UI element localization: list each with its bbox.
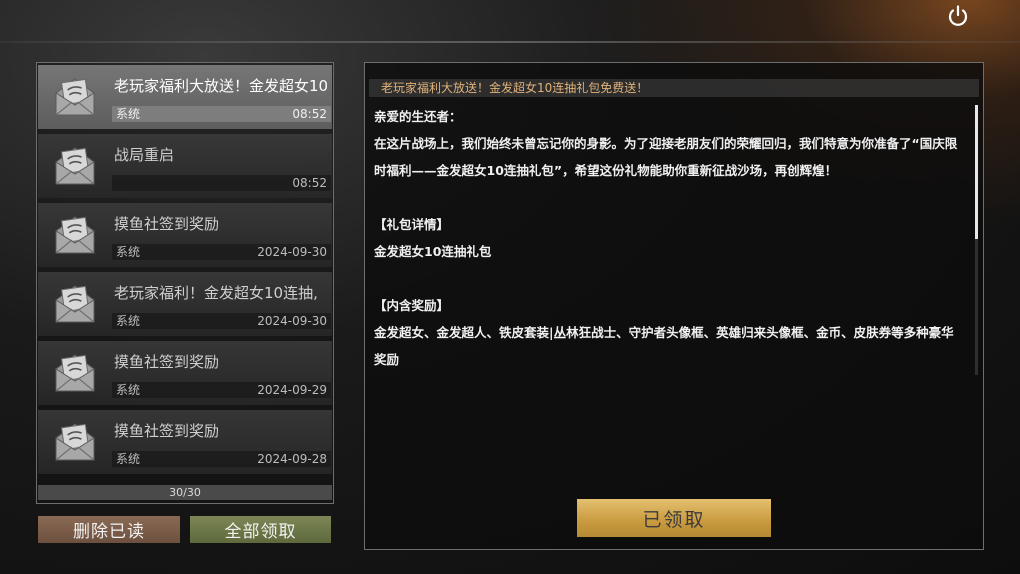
section-body-gift-details: 金发超女10连抽礼包 xyxy=(374,244,492,259)
power-icon xyxy=(948,5,968,26)
mail-meta-bar: 系统 08:52 xyxy=(112,106,331,122)
mail-paragraph: 在这片战场上，我们始终未曾忘记你的身影。为了迎接老朋友们的荣耀回归，我们特意为你… xyxy=(374,136,958,178)
mail-title: 战局重启 xyxy=(114,146,175,164)
mail-title: 老玩家福利！金发超女10连抽, xyxy=(114,284,318,302)
delete-read-button[interactable]: 删除已读 xyxy=(38,516,180,543)
mail-body: 亲爱的生还者： 在这片战场上，我们始终未曾忘记你的身影。为了迎接老朋友们的荣耀回… xyxy=(374,103,966,373)
power-button[interactable] xyxy=(940,0,976,32)
mail-sender: 系统 xyxy=(116,314,141,328)
mail-list[interactable]: 老玩家福利大放送！金发超女10 系统 08:52 战局重启 08:52 摸鱼社签… xyxy=(38,65,332,479)
mail-item[interactable]: 老玩家福利！金发超女10连抽, 系统 2024-09-30 xyxy=(38,272,332,336)
open-envelope-icon xyxy=(52,211,98,257)
mail-title: 摸鱼社签到奖励 xyxy=(114,353,220,371)
section-title-rewards: 【内含奖励】 xyxy=(374,298,450,313)
mail-date: 2024-09-28 xyxy=(257,452,327,466)
mail-title: 老玩家福利大放送！金发超女10 xyxy=(114,77,329,95)
mail-sender: 系统 xyxy=(116,383,141,397)
mail-title: 摸鱼社签到奖励 xyxy=(114,215,220,233)
claimed-button[interactable]: 已领取 xyxy=(577,499,771,537)
mail-meta-bar: 系统 2024-09-28 xyxy=(112,451,331,467)
page-counter: 30/30 xyxy=(38,485,332,500)
mail-item[interactable]: 战局重启 08:52 xyxy=(38,134,332,198)
claim-all-button[interactable]: 全部领取 xyxy=(190,516,331,543)
section-title-gift-details: 【礼包详情】 xyxy=(374,217,450,232)
mail-greeting: 亲爱的生还者： xyxy=(374,109,462,124)
top-divider xyxy=(0,41,1020,43)
mail-sender: 系统 xyxy=(116,452,141,466)
mail-date: 08:52 xyxy=(292,176,327,190)
open-envelope-icon xyxy=(52,349,98,395)
mail-list-panel: 老玩家福利大放送！金发超女10 系统 08:52 战局重启 08:52 摸鱼社签… xyxy=(36,62,334,504)
mail-date: 2024-09-30 xyxy=(257,245,327,259)
mail-sender: 系统 xyxy=(116,107,141,121)
mail-item[interactable]: 老玩家福利大放送！金发超女10 系统 08:52 xyxy=(38,65,332,129)
mail-item[interactable]: 摸鱼社签到奖励 系统 2024-09-28 xyxy=(38,410,332,474)
mail-meta-bar: 系统 2024-09-30 xyxy=(112,244,331,260)
mail-detail-title: 老玩家福利大放送！金发超女10连抽礼包免费送！ xyxy=(369,79,979,97)
section-body-rewards: 金发超女、金发超人、铁皮套装|丛林狂战士、守护者头像框、英雄归来头像框、金币、皮… xyxy=(374,325,954,367)
mail-sender: 系统 xyxy=(116,245,141,259)
mail-date: 08:52 xyxy=(292,107,327,121)
open-envelope-icon xyxy=(52,73,98,119)
mail-detail-panel: 老玩家福利大放送！金发超女10连抽礼包免费送！ 亲爱的生还者： 在这片战场上，我… xyxy=(364,62,984,550)
mail-date: 2024-09-30 xyxy=(257,314,327,328)
mail-meta-bar: 系统 2024-09-29 xyxy=(112,382,331,398)
mail-date: 2024-09-29 xyxy=(257,383,327,397)
mail-meta-bar: 08:52 xyxy=(112,175,331,191)
mail-item[interactable]: 摸鱼社签到奖励 系统 2024-09-29 xyxy=(38,341,332,405)
open-envelope-icon xyxy=(52,280,98,326)
mail-meta-bar: 系统 2024-09-30 xyxy=(112,313,331,329)
open-envelope-icon xyxy=(52,142,98,188)
mail-title: 摸鱼社签到奖励 xyxy=(114,422,220,440)
content-scrollbar[interactable] xyxy=(975,105,978,375)
mail-item[interactable]: 摸鱼社签到奖励 系统 2024-09-30 xyxy=(38,203,332,267)
scroll-thumb[interactable] xyxy=(975,105,978,239)
open-envelope-icon xyxy=(52,418,98,464)
